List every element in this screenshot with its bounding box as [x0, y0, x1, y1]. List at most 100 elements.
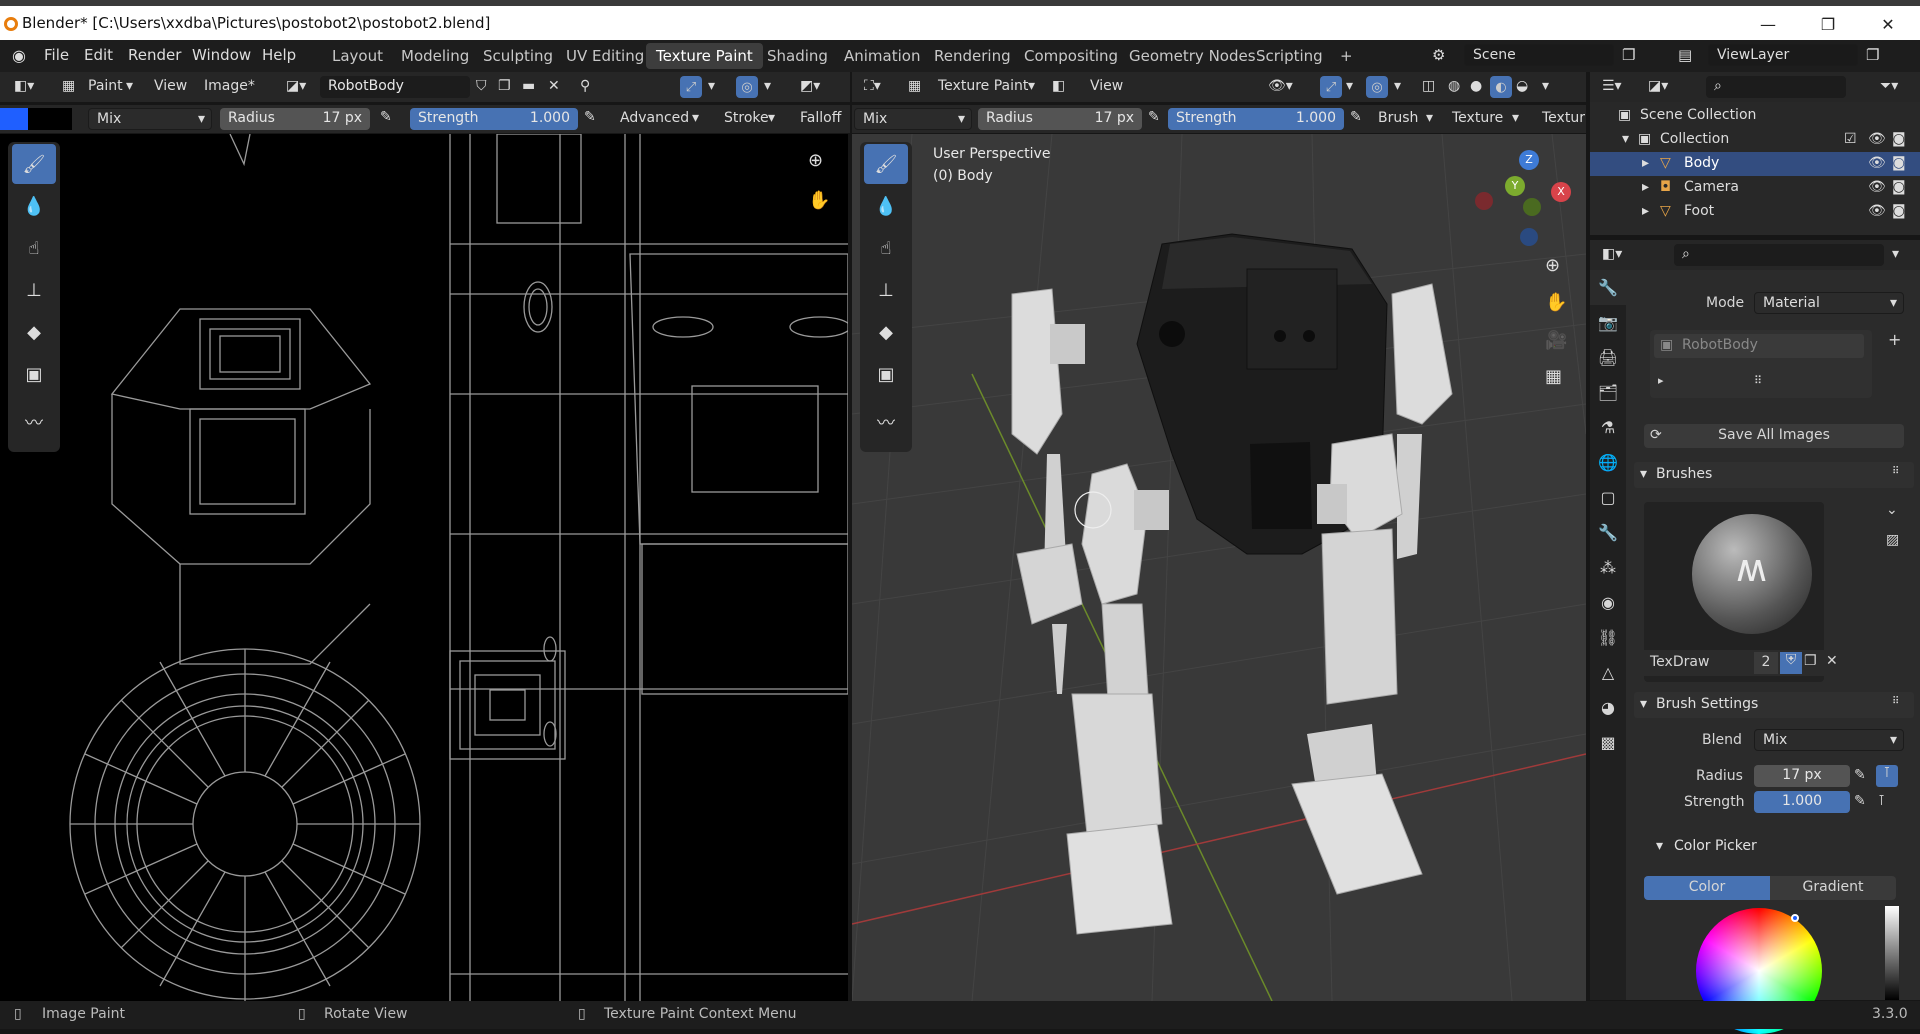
outliner-item-body[interactable]: ▸ ▽ Body 👁 ◙ [1590, 152, 1920, 176]
material-tab-icon[interactable]: ◕ [1590, 690, 1626, 725]
hand-pan-icon[interactable]: ✋ [1545, 292, 1567, 313]
fake-user-icon[interactable]: ⛉ [476, 78, 487, 94]
viewport-view-menu[interactable]: View [1090, 78, 1123, 94]
color-wheel-cursor[interactable] [1791, 914, 1799, 922]
gizmo-x-axis[interactable]: X [1551, 182, 1571, 202]
overlay-icon[interactable]: ◎ [736, 76, 758, 98]
secondary-color-swatch[interactable] [28, 108, 72, 130]
zoom-icon[interactable]: ⊕ [1545, 255, 1560, 276]
outliner-collection[interactable]: ▾ ▣ Collection ☑ 👁 ◙ [1590, 128, 1920, 152]
viewlayer-selector[interactable]: ViewLayer [1708, 44, 1858, 66]
brush-name[interactable]: TexDraw [1650, 654, 1709, 670]
strength-field[interactable]: Strength 1.000 [1168, 108, 1344, 130]
smear-brush-icon[interactable]: ☝ [12, 228, 56, 268]
paint-mask-icon[interactable]: ◧ [1052, 78, 1065, 94]
outliner-search-input[interactable]: ⌕ [1706, 76, 1846, 98]
menu-file[interactable]: File [44, 46, 69, 64]
annotate-icon[interactable]: 〰 [864, 402, 908, 442]
brush-settings-panel-header[interactable]: ▾ Brush Settings ⠿ [1634, 692, 1914, 718]
data-tab-icon[interactable]: △ [1590, 655, 1626, 690]
camera-render-icon[interactable]: ◙ [1892, 131, 1906, 147]
unlink-image-icon[interactable]: ✕ [548, 78, 560, 94]
texture-dropdown[interactable]: Texture [1452, 110, 1503, 126]
chevron-right-icon[interactable]: ▸ [1658, 374, 1664, 387]
drag-handle-icon[interactable]: ⠿ [1892, 466, 1899, 477]
overlay-icon[interactable]: ◎ [1366, 76, 1388, 98]
save-all-images-button[interactable]: ⟳ Save All Images [1644, 424, 1904, 448]
tab-shading[interactable]: Shading [757, 43, 838, 69]
camera-view-icon[interactable]: 🎥 [1545, 330, 1567, 351]
camera-render-icon[interactable]: ◙ [1892, 203, 1906, 219]
pressure-icon[interactable]: ✎ [1854, 767, 1866, 783]
tab-modeling[interactable]: Modeling [391, 43, 479, 69]
pressure-icon[interactable]: ✎ [584, 109, 596, 125]
material-slot-list[interactable]: ▣ RobotBody ▸ ⠿ [1650, 330, 1872, 398]
properties-search-input[interactable]: ⌕ [1674, 244, 1884, 266]
tab-layout[interactable]: Layout [322, 43, 393, 69]
gizmo-neg-x[interactable] [1475, 192, 1493, 210]
tab-texture-paint[interactable]: Texture Paint [646, 43, 763, 69]
blend-mode-dropdown[interactable]: Mix ▾ [854, 108, 972, 130]
fill-brush-icon[interactable]: ◆ [864, 312, 908, 352]
chevron-down-icon[interactable]: ▾ [1622, 131, 1629, 147]
falloff-dropdown[interactable]: Falloff [800, 110, 841, 126]
new-image-icon[interactable]: ❐ [498, 78, 511, 94]
clone-brush-icon[interactable]: ⊥ [864, 270, 908, 310]
constraints-tab-icon[interactable]: ⛓ [1590, 620, 1626, 655]
add-workspace-button[interactable]: + [1330, 43, 1363, 69]
tab-geometry-nodes[interactable]: Geometry Nodes [1119, 43, 1266, 69]
unified-size-icon[interactable]: ⊺ [1876, 765, 1898, 787]
physics-tab-icon[interactable]: ◉ [1590, 585, 1626, 620]
color-picker-subpanel-header[interactable]: ▾ Color Picker [1652, 834, 1902, 860]
image-mode-dropdown[interactable]: Paint [88, 78, 123, 94]
new-scene-icon[interactable]: ❐ [1622, 46, 1635, 64]
display-mode-icon[interactable]: ◪▾ [1648, 78, 1668, 94]
editor-type-icon[interactable]: ⛶▾ [864, 78, 881, 94]
uv-canvas[interactable] [0, 134, 848, 1001]
chevron-down-icon[interactable]: ⌄ [1886, 502, 1898, 518]
primary-color-swatch[interactable] [0, 108, 28, 130]
shield-icon[interactable]: ⛨ [1780, 652, 1802, 674]
blender-menu-icon[interactable]: ◉ [12, 46, 26, 65]
tab-compositing[interactable]: Compositing [1014, 43, 1128, 69]
scene-tab-icon[interactable]: ⚗ [1590, 410, 1626, 445]
pressure-icon[interactable]: ✎ [1148, 109, 1160, 125]
filter-icon[interactable]: ⏷▾ [1880, 78, 1898, 94]
image-view-menu[interactable]: View [154, 78, 187, 94]
solid-shading-icon[interactable]: ● [1470, 78, 1482, 94]
chevron-right-icon[interactable]: ▸ [1642, 179, 1649, 195]
blend-dropdown[interactable]: Mix ▾ [1754, 729, 1904, 751]
radius-field[interactable]: Radius 17 px [220, 108, 370, 130]
add-slot-icon[interactable]: + [1888, 330, 1901, 349]
draw-brush-icon[interactable]: 🖌 [864, 144, 908, 184]
tab-sculpting[interactable]: Sculpting [473, 43, 563, 69]
mask-brush-icon[interactable]: ▣ [864, 354, 908, 394]
image-menu[interactable]: Image* [204, 78, 255, 94]
minimize-button[interactable]: — [1745, 10, 1791, 38]
viewlayer-icon[interactable]: ▤ [1678, 46, 1692, 64]
texture-mapping-dropdown[interactable]: Textur [1542, 110, 1585, 126]
scene-selector[interactable]: Scene [1464, 44, 1614, 66]
ortho-toggle-icon[interactable]: ▦ [1545, 366, 1562, 387]
outliner-item-camera[interactable]: ▸ ◘ Camera 👁 ◙ [1590, 176, 1920, 200]
gradient-tab[interactable]: Gradient [1770, 876, 1896, 900]
scene-icon[interactable]: ⚙ [1432, 46, 1445, 64]
image-name-field[interactable]: RobotBody [320, 76, 470, 98]
gizmo-y-axis[interactable]: Y [1505, 176, 1525, 196]
hand-pan-icon[interactable]: ✋ [808, 190, 830, 211]
drag-handle-icon[interactable]: ⠿ [1892, 696, 1899, 707]
camera-render-icon[interactable]: ◙ [1892, 179, 1906, 195]
chevron-right-icon[interactable]: ▸ [1642, 203, 1649, 219]
duplicate-icon[interactable]: ❐ [1804, 653, 1817, 669]
pressure-icon[interactable]: ✎ [1854, 793, 1866, 809]
navigation-gizmo[interactable]: Z Y X [1475, 148, 1575, 248]
fill-brush-icon[interactable]: ◆ [12, 312, 56, 352]
radius-field[interactable]: 17 px [1754, 765, 1850, 787]
menu-edit[interactable]: Edit [84, 46, 113, 64]
visibility-icon[interactable]: 👁▾ [1268, 78, 1293, 94]
mask-brush-icon[interactable]: ▣ [12, 354, 56, 394]
brushes-panel-header[interactable]: ▾ Brushes ⠿ [1634, 462, 1914, 488]
image-browse-icon[interactable]: ◪▾ [286, 78, 306, 94]
eye-icon[interactable]: 👁 [1868, 155, 1886, 171]
output-tab-icon[interactable]: 🖨 [1590, 340, 1626, 375]
